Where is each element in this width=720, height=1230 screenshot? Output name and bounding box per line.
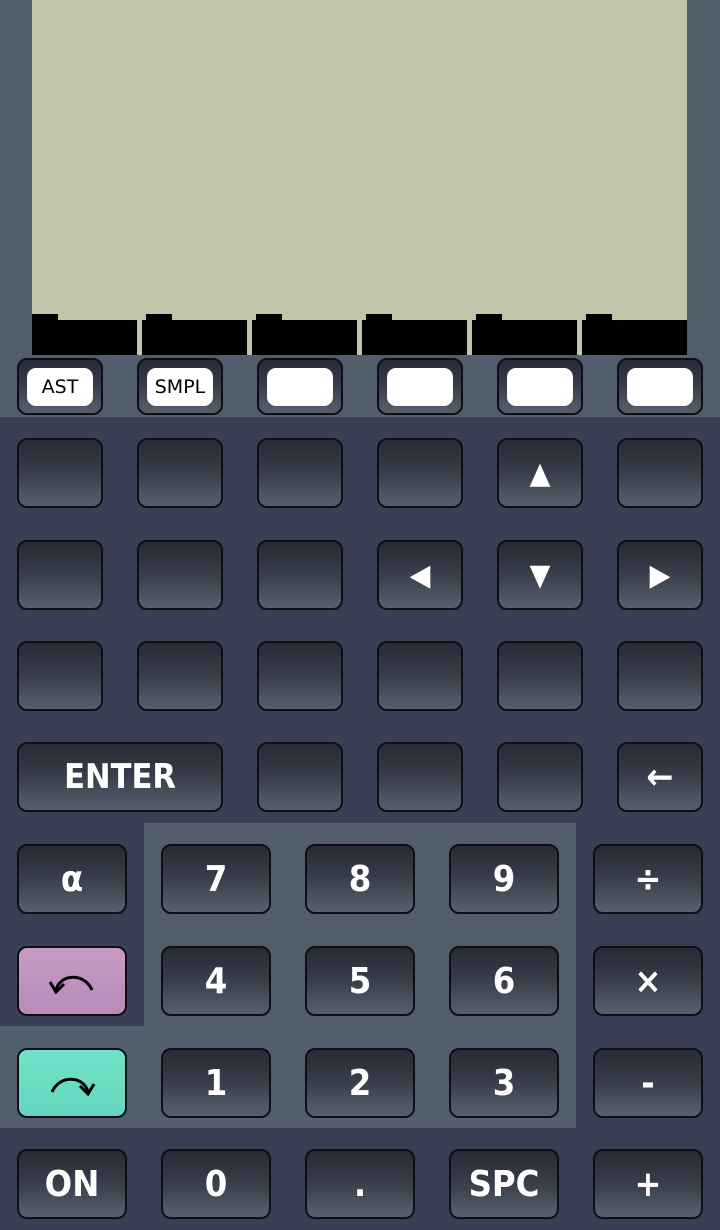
- enter-key-label: ENTER: [64, 757, 176, 797]
- decimal-point-label: .: [353, 1163, 367, 1205]
- menu-key-ast-label: AST: [41, 375, 79, 398]
- key-3[interactable]: 3: [449, 1048, 559, 1118]
- key-5[interactable]: 5: [305, 946, 415, 1016]
- key-c4[interactable]: [377, 641, 463, 711]
- key-c2[interactable]: [137, 641, 223, 711]
- key-1-label: 1: [204, 1062, 228, 1104]
- key-4-label: 4: [204, 960, 228, 1002]
- divide-key-label: ÷: [634, 858, 662, 900]
- key-2[interactable]: 2: [305, 1048, 415, 1118]
- menu-key-smpl-label: SMPL: [154, 375, 206, 398]
- softkey-label-6: [582, 314, 687, 355]
- enter-key[interactable]: ENTER: [17, 742, 223, 812]
- minus-key-label: -: [641, 1062, 655, 1104]
- undo-arrow-icon: [48, 975, 94, 995]
- minus-key[interactable]: -: [593, 1048, 703, 1118]
- key-d4[interactable]: [497, 742, 583, 812]
- key-9[interactable]: 9: [449, 844, 559, 914]
- plus-key-label: +: [634, 1163, 662, 1205]
- key-d3[interactable]: [377, 742, 463, 812]
- key-a4[interactable]: [377, 438, 463, 508]
- down-arrow-icon: ▼: [529, 557, 551, 593]
- softkey-label-5: [472, 314, 577, 355]
- key-a6[interactable]: [617, 438, 703, 508]
- alpha-key-label: α: [60, 858, 84, 900]
- key-6-label: 6: [492, 960, 516, 1002]
- key-b3[interactable]: [257, 540, 343, 610]
- right-arrow-icon: ▶: [649, 557, 671, 593]
- key-6[interactable]: 6: [449, 946, 559, 1016]
- undo-key[interactable]: [17, 946, 127, 1016]
- key-9-label: 9: [492, 858, 516, 900]
- right-arrow-key[interactable]: ▶: [617, 540, 703, 610]
- key-4[interactable]: 4: [161, 946, 271, 1016]
- softkey-label-1: [32, 314, 137, 355]
- menu-key-smpl[interactable]: SMPL: [137, 358, 223, 415]
- key-d2[interactable]: [257, 742, 343, 812]
- backspace-arrow-icon: ←: [646, 756, 674, 798]
- softkey-label-4: [362, 314, 467, 355]
- space-key-label: SPC: [468, 1163, 540, 1205]
- alpha-key[interactable]: α: [17, 844, 127, 914]
- space-key[interactable]: SPC: [449, 1149, 559, 1219]
- on-key-label: ON: [44, 1163, 100, 1205]
- left-arrow-key[interactable]: ◀: [377, 540, 463, 610]
- on-key[interactable]: ON: [17, 1149, 127, 1219]
- key-a2[interactable]: [137, 438, 223, 508]
- key-b1[interactable]: [17, 540, 103, 610]
- key-8[interactable]: 8: [305, 844, 415, 914]
- key-3-label: 3: [492, 1062, 516, 1104]
- key-7-label: 7: [204, 858, 228, 900]
- down-arrow-key[interactable]: ▼: [497, 540, 583, 610]
- decimal-point-key[interactable]: .: [305, 1149, 415, 1219]
- key-0[interactable]: 0: [161, 1149, 271, 1219]
- key-a1[interactable]: [17, 438, 103, 508]
- menu-key-4[interactable]: [377, 358, 463, 415]
- left-arrow-icon: ◀: [409, 557, 431, 593]
- menu-key-5[interactable]: [497, 358, 583, 415]
- key-0-label: 0: [204, 1163, 228, 1205]
- redo-arrow-icon: [50, 1077, 96, 1097]
- key-c5[interactable]: [497, 641, 583, 711]
- divide-key[interactable]: ÷: [593, 844, 703, 914]
- up-arrow-key[interactable]: ▲: [497, 438, 583, 508]
- key-5-label: 5: [348, 960, 372, 1002]
- backspace-key[interactable]: ←: [617, 742, 703, 812]
- menu-key-ast[interactable]: AST: [17, 358, 103, 415]
- key-b2[interactable]: [137, 540, 223, 610]
- key-a3[interactable]: [257, 438, 343, 508]
- menu-key-3[interactable]: [257, 358, 343, 415]
- multiply-key-label: ×: [634, 960, 662, 1002]
- redo-key[interactable]: [17, 1048, 127, 1118]
- lcd-screen: [32, 0, 687, 355]
- plus-key[interactable]: +: [593, 1149, 703, 1219]
- key-7[interactable]: 7: [161, 844, 271, 914]
- key-2-label: 2: [348, 1062, 372, 1104]
- multiply-key[interactable]: ×: [593, 946, 703, 1016]
- menu-key-6[interactable]: [617, 358, 703, 415]
- key-c1[interactable]: [17, 641, 103, 711]
- key-8-label: 8: [348, 858, 372, 900]
- key-c6[interactable]: [617, 641, 703, 711]
- softkey-label-3: [252, 314, 357, 355]
- key-c3[interactable]: [257, 641, 343, 711]
- softkey-label-2: [142, 314, 247, 355]
- up-arrow-icon: ▲: [529, 455, 551, 491]
- key-1[interactable]: 1: [161, 1048, 271, 1118]
